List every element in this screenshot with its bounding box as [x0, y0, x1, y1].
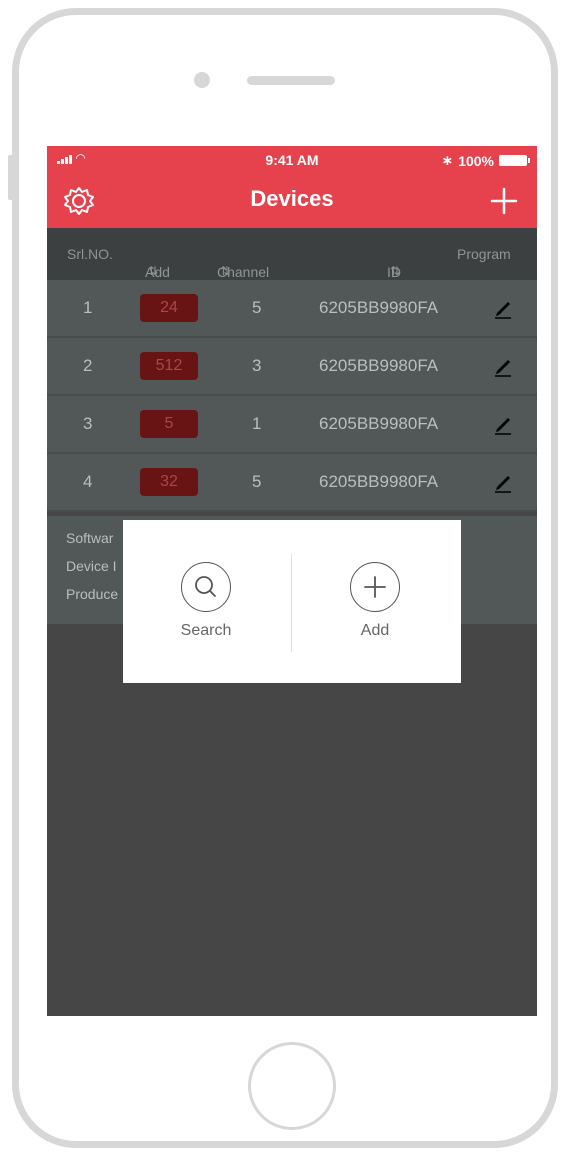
phone-side-button: [8, 155, 14, 200]
edit-icon[interactable]: [493, 353, 513, 377]
device-id: 6205BB9980FA: [319, 356, 439, 375]
battery-icon: [499, 155, 530, 166]
device-id: 6205BB9980FA: [319, 298, 439, 317]
add-badge: 32: [140, 468, 198, 496]
plus-icon[interactable]: [489, 186, 519, 216]
plus-icon: [364, 576, 386, 598]
row-serial: 1: [83, 298, 93, 317]
action-popup: Search Add: [123, 520, 461, 683]
table-header: Srl.NO. Add ⇅ Channel ⇅ ID ⇅ Program: [47, 228, 537, 280]
table-row[interactable]: 1 24 5 6205BB9980FA: [47, 280, 537, 338]
sort-icon: ⇅: [148, 264, 159, 278]
add-badge: 5: [140, 410, 198, 438]
popup-divider: [291, 554, 292, 652]
search-icon: [195, 576, 216, 597]
channel-value: 1: [252, 414, 262, 433]
add-badge: 512: [140, 352, 198, 380]
sort-icon: ⇅: [390, 264, 401, 278]
edit-icon[interactable]: [493, 411, 513, 435]
battery-percent: 100%: [458, 152, 494, 169]
device-id: 6205BB9980FA: [319, 414, 439, 433]
search-label: Search: [180, 622, 232, 639]
phone-camera: [194, 72, 210, 88]
bluetooth-icon: ∗: [441, 152, 454, 168]
add-badge: 24: [140, 294, 198, 322]
column-header-srl[interactable]: Srl.NO.: [67, 246, 113, 262]
table-row[interactable]: 2 512 3 6205BB9980FA: [47, 338, 537, 396]
add-button[interactable]: Add: [325, 562, 425, 640]
row-serial: 2: [83, 356, 93, 375]
sort-icon: ⇅: [220, 264, 231, 278]
page-title: Devices: [250, 186, 334, 211]
device-id: 6205BB9980FA: [319, 472, 439, 491]
edit-icon[interactable]: [493, 295, 513, 319]
info-line: Softwar: [66, 530, 114, 546]
column-header-program: Program: [457, 246, 511, 262]
info-line: Produce: [66, 586, 119, 602]
edit-icon[interactable]: [493, 469, 513, 493]
channel-value: 3: [252, 356, 262, 375]
device-table: 1 24 5 6205BB9980FA 2 512 3 6205BB9980FA…: [47, 280, 537, 512]
info-line: Device I: [66, 558, 117, 574]
channel-value: 5: [252, 472, 262, 491]
table-row[interactable]: 4 32 5 6205BB9980FA: [47, 454, 537, 512]
add-circle: [350, 562, 400, 612]
row-serial: 3: [83, 414, 93, 433]
nav-bar: Devices: [47, 174, 537, 228]
row-serial: 4: [83, 472, 93, 491]
search-button[interactable]: Search: [156, 562, 256, 640]
phone-speaker: [247, 76, 335, 85]
status-bar: ◠ 9:41 AM ∗ 100%: [47, 146, 537, 174]
table-row[interactable]: 3 5 1 6205BB9980FA: [47, 396, 537, 454]
home-button[interactable]: [248, 1042, 336, 1130]
add-label: Add: [360, 622, 390, 639]
search-circle: [181, 562, 231, 612]
channel-value: 5: [252, 298, 262, 317]
device-screen: ◠ 9:41 AM ∗ 100% Devices Srl.NO. Add ⇅ Ch…: [47, 146, 537, 1016]
status-right: ∗ 100%: [441, 152, 530, 169]
